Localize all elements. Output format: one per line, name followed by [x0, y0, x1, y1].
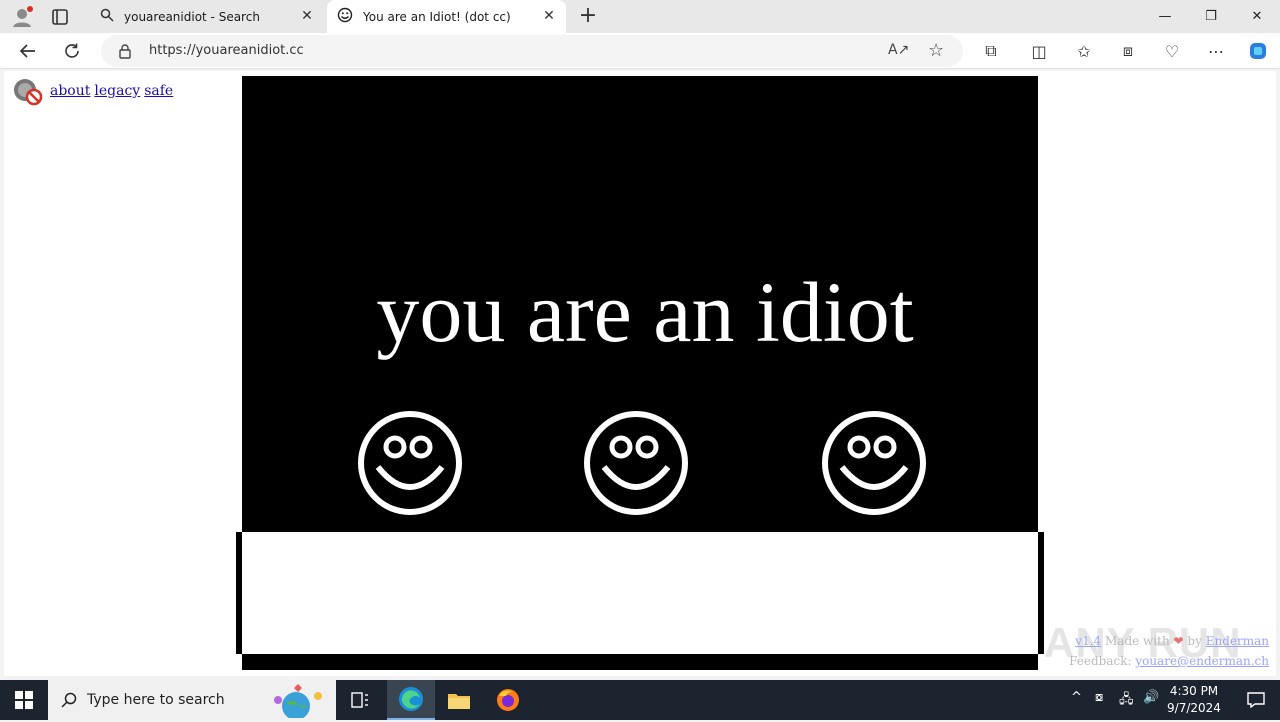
- close-window-button[interactable]: ✕: [1234, 0, 1280, 33]
- address-bar[interactable]: https://youareanidiot.cc A↗ ☆: [101, 35, 963, 67]
- search-placeholder: Type here to search: [87, 692, 225, 708]
- close-tab-icon[interactable]: ✕: [298, 7, 316, 25]
- meet-now-icon[interactable]: ⧇: [1095, 690, 1103, 705]
- tab-strip: youareanidiot - Search ✕ You are an Idio…: [0, 0, 1280, 33]
- page-headline: you are an idiot: [376, 264, 914, 360]
- url-text[interactable]: https://youareanidiot.cc: [149, 43, 304, 58]
- feedback-email-link[interactable]: youare@enderman.ch: [1135, 654, 1269, 668]
- search-icon: [100, 8, 114, 25]
- favorites-icon[interactable]: ✩: [1070, 37, 1098, 65]
- tab-search[interactable]: youareanidiot - Search ✕: [88, 0, 324, 33]
- volume-icon[interactable]: 🔊: [1143, 690, 1159, 705]
- tab-label: youareanidiot - Search: [124, 9, 260, 24]
- favorite-star-icon[interactable]: ☆: [928, 40, 944, 61]
- smiley-face-icon: [584, 411, 688, 515]
- new-tab-button[interactable]: +: [576, 4, 600, 28]
- about-link[interactable]: about: [50, 83, 90, 99]
- notifications-icon[interactable]: [1232, 680, 1280, 720]
- main-banner: you are an idiot: [242, 76, 1038, 532]
- site-logo-icon: [12, 76, 46, 106]
- browser-toolbar: https://youareanidiot.cc A↗ ☆ ⧉ ◫ ✩ ⧈ ♡ …: [0, 33, 1280, 69]
- smiley-icon: [337, 7, 353, 26]
- clock-time: 4:30 PM: [1169, 684, 1219, 698]
- split-screen-icon[interactable]: ◫: [1025, 37, 1053, 65]
- version-link[interactable]: v1.4: [1075, 634, 1101, 648]
- browser-essentials-icon[interactable]: ♡: [1158, 37, 1186, 65]
- windows-taskbar: Type here to search ^ ⧇ 🖧 🔊 4:30 PM 9/7/…: [0, 680, 1280, 720]
- web-page: about legacy safe you are an idiot ANY R…: [4, 71, 1276, 676]
- tab-actions-icon[interactable]: [50, 7, 70, 27]
- edge-taskbar-icon[interactable]: [387, 680, 435, 720]
- heart-icon: ❤: [1173, 634, 1184, 648]
- read-aloud-icon[interactable]: A↗: [888, 42, 909, 58]
- extensions-icon[interactable]: ⧉: [977, 37, 1005, 65]
- copilot-icon[interactable]: [1244, 37, 1272, 65]
- smiley-face-icon: [822, 411, 926, 515]
- taskbar-search-box[interactable]: Type here to search: [48, 680, 336, 720]
- safe-link[interactable]: safe: [144, 83, 173, 99]
- white-panel: [236, 532, 1044, 654]
- made-with-text: Made with: [1105, 634, 1170, 648]
- refresh-button[interactable]: [58, 37, 86, 65]
- taskbar-clock[interactable]: 4:30 PM 9/7/2024: [1160, 683, 1228, 717]
- task-view-icon[interactable]: [336, 680, 384, 720]
- author-link[interactable]: Enderman: [1206, 634, 1269, 648]
- back-button[interactable]: [14, 37, 42, 65]
- show-hidden-icons[interactable]: ^: [1071, 690, 1082, 705]
- network-icon[interactable]: 🖧: [1119, 690, 1134, 712]
- profile-avatar[interactable]: [10, 5, 34, 29]
- tab-label: You are an Idiot! (dot cc): [363, 9, 511, 24]
- by-text: by: [1187, 634, 1202, 648]
- search-highlight-icon: [260, 682, 332, 722]
- tab-youareanidiot[interactable]: You are an Idiot! (dot cc) ✕: [327, 0, 566, 33]
- legacy-link[interactable]: legacy: [94, 83, 140, 99]
- file-explorer-icon[interactable]: [435, 680, 483, 720]
- feedback-label: Feedback:: [1069, 654, 1132, 668]
- top-nav-links: about legacy safe: [12, 76, 173, 106]
- page-footer: v1.4 Made with ❤ by Enderman Feedback: y…: [1069, 631, 1269, 671]
- restore-button[interactable]: ❐: [1188, 0, 1234, 33]
- bottom-black-bar: [242, 654, 1038, 670]
- close-tab-icon[interactable]: ✕: [540, 7, 558, 25]
- smiley-face-icon: [358, 411, 462, 515]
- minimize-button[interactable]: —: [1142, 0, 1188, 33]
- collections-icon[interactable]: ⧈: [1114, 37, 1142, 65]
- clock-date: 9/7/2024: [1167, 701, 1221, 715]
- search-icon: [61, 692, 77, 712]
- firefox-icon[interactable]: [484, 680, 532, 720]
- start-button[interactable]: [0, 680, 48, 720]
- more-menu-icon[interactable]: ⋯: [1202, 37, 1230, 65]
- lock-icon[interactable]: [118, 43, 132, 63]
